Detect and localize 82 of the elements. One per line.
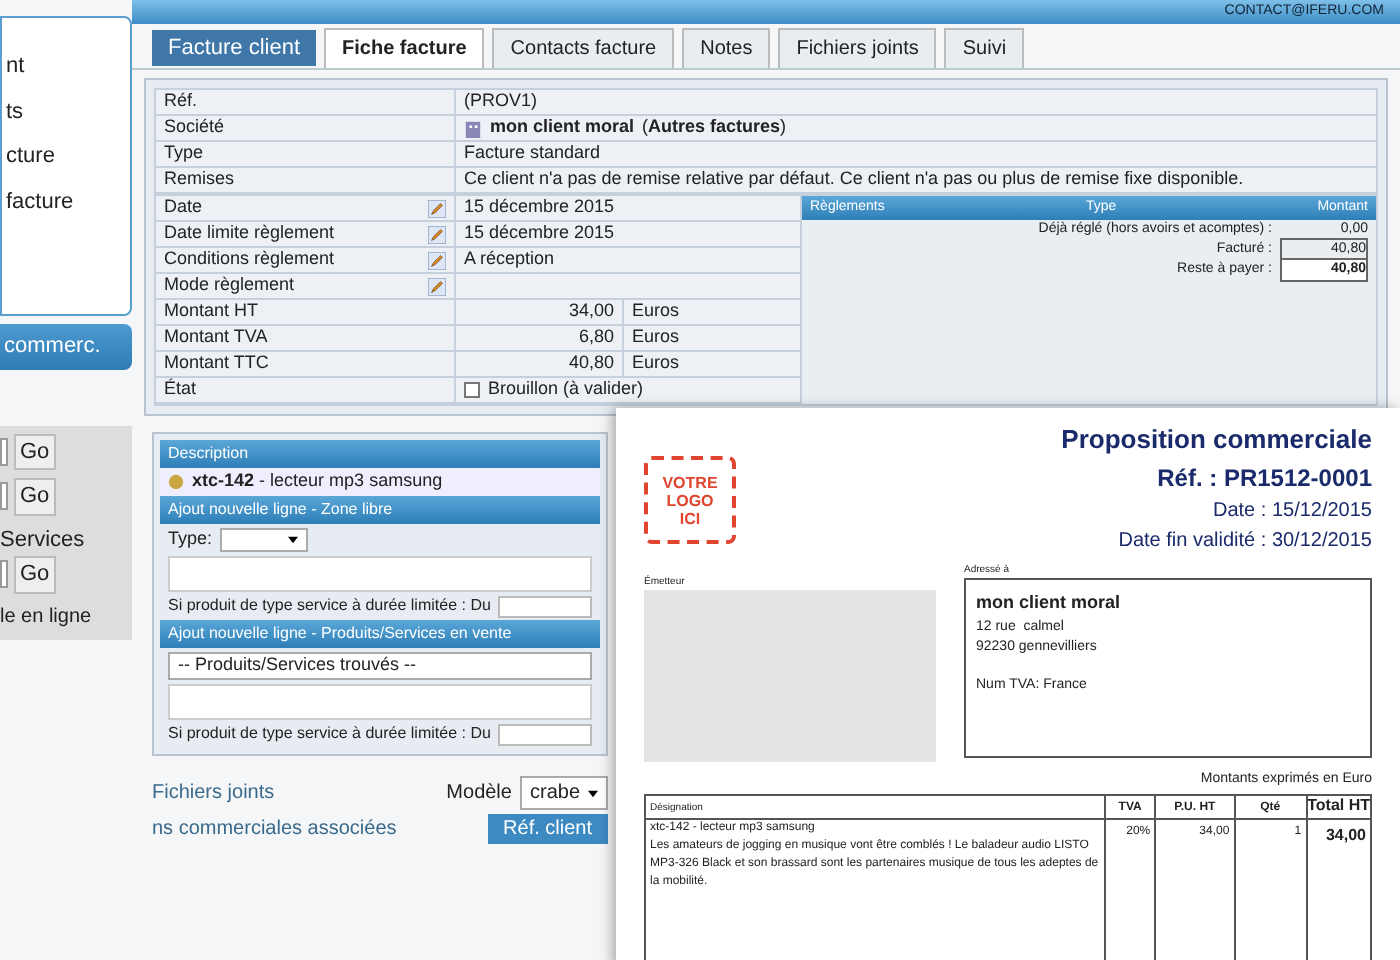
online-link[interactable]: le en ligne xyxy=(0,601,92,631)
field-value: 15 décembre 2015 xyxy=(464,220,615,247)
search-field[interactable] xyxy=(0,482,8,511)
go-button[interactable]: Go xyxy=(14,478,56,515)
product-line-header: Ajout nouvelle ligne - Produits/Services en vente xyxy=(160,620,600,648)
product-line: xtc-142 - lecteur mp3 samsung xyxy=(192,468,443,495)
field-label: Montant HT xyxy=(164,298,259,325)
logo-placeholder-text: LOGO xyxy=(666,491,714,509)
amount-value: 40,80 xyxy=(464,350,624,378)
tab[interactable]: Suivi xyxy=(944,28,1025,68)
go-button[interactable]: Go xyxy=(14,556,56,593)
search-field[interactable] xyxy=(0,437,8,466)
caret-icon xyxy=(588,789,598,797)
date-field[interactable] xyxy=(498,595,592,617)
amount-value: 34,00 xyxy=(464,298,624,326)
client-ref-header: Réf. client xyxy=(487,814,608,844)
linked-proposals-title: ns commerciales associées xyxy=(152,816,397,844)
building-icon xyxy=(464,119,482,137)
table-cell-text: 34,00 xyxy=(1323,823,1369,847)
currency-unit: Euros xyxy=(630,350,680,377)
field-label: Date limite règlement xyxy=(164,220,335,247)
document-date: Date : 15/12/2015 xyxy=(1212,497,1372,525)
service-period-label: Si produit de type service à durée limitée : Du xyxy=(168,594,491,618)
type-label: Type: xyxy=(168,526,213,553)
sidebar-item[interactable]: facture xyxy=(6,185,130,218)
field-label: Type xyxy=(164,140,204,167)
document-title: Proposition commerciale xyxy=(1061,422,1372,458)
document-ref: Réf. : PR1512-0001 xyxy=(1157,461,1372,495)
search-label: Services xyxy=(0,525,85,555)
pencil-icon[interactable] xyxy=(428,225,446,243)
tab[interactable]: Fiche facture xyxy=(324,28,485,68)
field-label: Montant TVA xyxy=(164,324,268,351)
field-label: Conditions règlement xyxy=(164,246,335,273)
company-name[interactable]: mon client moral xyxy=(490,114,635,142)
description-field[interactable] xyxy=(168,684,592,720)
caret-icon xyxy=(288,536,299,544)
type-select[interactable] xyxy=(220,528,309,552)
field-label: Remises xyxy=(164,166,235,193)
field-value: Facture standard xyxy=(464,140,601,167)
sidebar-section-header[interactable]: commerc. xyxy=(0,324,132,369)
model-label: Modèle xyxy=(446,780,512,808)
logo-placeholder-text: VOTRE xyxy=(662,473,718,491)
status-value: Brouillon (à valider) xyxy=(488,376,644,403)
field-value: A réception xyxy=(464,246,555,273)
field-value: 15 décembre 2015 xyxy=(464,194,615,221)
free-line-header: Ajout nouvelle ligne - Zone libre xyxy=(160,496,600,524)
date-field[interactable] xyxy=(498,723,592,745)
currency-unit: Euros xyxy=(630,324,680,351)
description-field[interactable] xyxy=(168,556,592,592)
product-icon xyxy=(168,474,184,490)
product-select[interactable]: -- Produits/Services trouvés -- xyxy=(168,652,592,680)
service-period-label: Si produit de type service à durée limitée : Du xyxy=(168,722,491,746)
description-header: Description xyxy=(160,440,600,468)
field-value: Ce client n'a pas de remise relative par défaut. Ce client n'a pas ou plus de remise fixe disponible. xyxy=(464,166,1244,193)
amount-value: 6,80 xyxy=(464,324,624,352)
other-invoices-link[interactable]: (Autres factures) xyxy=(642,114,787,142)
tab[interactable]: Fichiers joints xyxy=(778,28,937,68)
sidebar-item[interactable]: nt xyxy=(6,50,130,83)
tab[interactable]: Contacts facture xyxy=(492,28,675,68)
pencil-icon[interactable] xyxy=(428,277,446,295)
pencil-icon[interactable] xyxy=(428,251,446,269)
tab[interactable]: Notes xyxy=(682,28,771,68)
field-value: (PROV1) xyxy=(464,88,538,115)
pencil-icon[interactable] xyxy=(428,199,446,217)
recipient-name: mon client moral xyxy=(976,590,1123,616)
invoice-badge: Facture client xyxy=(152,29,317,66)
draft-checkbox[interactable] xyxy=(464,382,480,398)
currency-unit: Euros xyxy=(630,298,680,325)
go-button[interactable]: Go xyxy=(14,433,56,470)
sidebar-item[interactable]: ts xyxy=(6,95,130,128)
sidebar-item[interactable]: cture xyxy=(6,140,130,173)
search-field[interactable] xyxy=(0,560,8,589)
field-label: Date xyxy=(164,194,203,221)
field-label: Réf. xyxy=(164,88,198,115)
logo-placeholder-text: ICI xyxy=(679,509,701,527)
model-select[interactable]: crabe xyxy=(519,776,608,810)
field-label: Société xyxy=(164,114,225,141)
field-label: Mode règlement xyxy=(164,272,295,299)
validity-date: Date fin validité : 30/12/2015 xyxy=(1118,527,1372,555)
field-label: État xyxy=(164,376,197,403)
field-label: Montant TTC xyxy=(164,350,269,377)
attached-files-title: Fichiers joints xyxy=(152,780,275,808)
